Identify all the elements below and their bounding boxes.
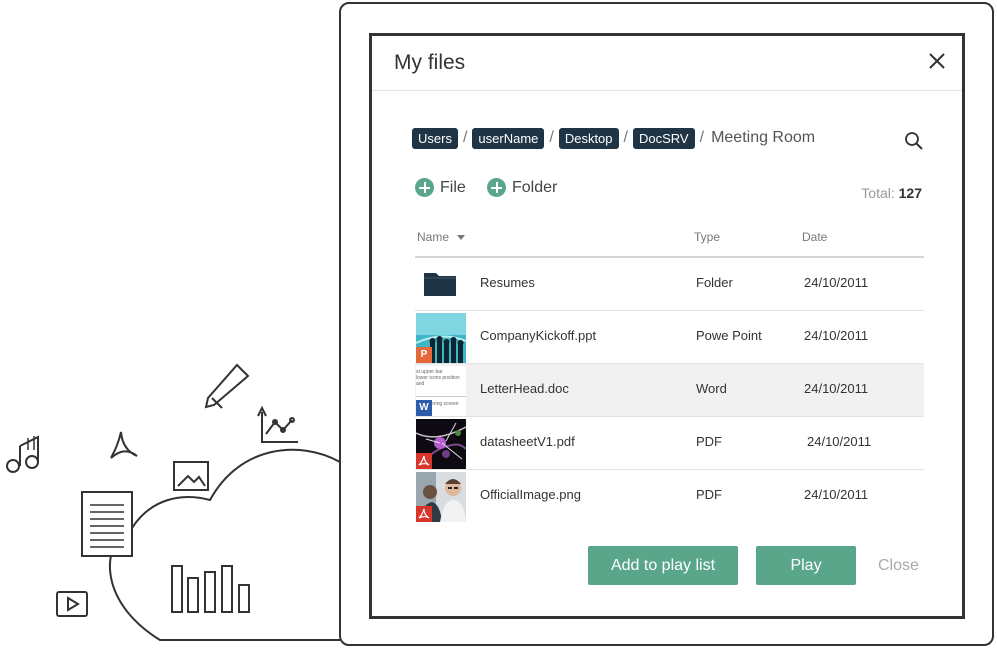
file-date: 24/10/2011 — [804, 381, 869, 396]
column-date-header[interactable]: Date — [802, 230, 827, 244]
add-folder-button[interactable]: Folder — [487, 178, 557, 197]
pdf-icon — [110, 431, 138, 459]
folder-icon — [416, 260, 466, 310]
file-name: LetterHead.doc — [480, 381, 569, 396]
table-row[interactable]: st upper bar lower icons position and io… — [415, 364, 924, 417]
ppt-thumbnail: P — [416, 313, 466, 363]
close-button[interactable]: Close — [878, 557, 919, 575]
add-file-button[interactable]: File — [415, 178, 466, 197]
total-label: Total: — [861, 185, 895, 201]
crumb-users[interactable]: Users — [412, 127, 458, 149]
table-header: Name Type Date — [415, 222, 924, 258]
video-icon — [56, 591, 88, 617]
crumb-current: Meeting Room — [711, 129, 816, 146]
file-name: datasheetV1.pdf — [480, 434, 575, 449]
powerpoint-badge-icon: P — [416, 347, 432, 363]
file-date: 24/10/2011 — [804, 328, 869, 343]
pdf-badge-icon — [416, 453, 432, 469]
file-date: 24/10/2011 — [804, 487, 869, 502]
sort-down-icon — [457, 235, 466, 241]
word-badge-icon: W — [416, 400, 432, 416]
file-type: Powe Point — [696, 328, 762, 343]
crumb-separator: / — [623, 129, 628, 146]
play-button[interactable]: Play — [756, 546, 856, 585]
plus-icon — [415, 178, 434, 197]
add-file-label: File — [440, 178, 466, 196]
pdf-thumbnail — [416, 419, 466, 469]
cloud-illustration — [6, 363, 341, 641]
my-files-dialog: My files Users / userName / Desktop / Do… — [369, 33, 965, 619]
table-row[interactable]: OfficialImage.png PDF 24/10/2011 — [415, 470, 924, 522]
dialog-header: My files — [372, 36, 962, 91]
close-icon[interactable] — [926, 50, 948, 72]
column-type-header[interactable]: Type — [694, 230, 720, 244]
doc-preview-line: lower icons position and — [416, 375, 460, 387]
files-table: Name Type Date Resumes Folder 24/10/2011 — [415, 222, 924, 522]
file-name: OfficialImage.png — [480, 487, 581, 502]
pencil-icon — [204, 363, 250, 409]
pdf-badge-icon — [416, 506, 432, 522]
dialog-title: My files — [394, 51, 466, 74]
file-date: 24/10/2011 — [804, 275, 869, 290]
bar-chart-icon — [171, 565, 250, 613]
crumb-separator: / — [699, 129, 705, 146]
image-icon — [173, 461, 209, 491]
file-type: PDF — [696, 487, 722, 502]
document-icon — [81, 491, 133, 557]
music-icon — [6, 435, 39, 473]
table-row[interactable]: Resumes Folder 24/10/2011 — [415, 258, 924, 311]
table-row[interactable]: P CompanyKickoff.ppt Powe Point 24/10/20… — [415, 311, 924, 364]
search-icon[interactable] — [903, 130, 925, 152]
table-row[interactable]: datasheetV1.pdf PDF 24/10/2011 — [415, 417, 924, 470]
file-type: Word — [696, 381, 727, 396]
file-type: Folder — [696, 275, 733, 290]
column-name-header[interactable]: Name — [417, 230, 466, 244]
crumb-desktop[interactable]: Desktop — [558, 127, 619, 149]
add-folder-label: Folder — [512, 178, 558, 196]
crumb-separator: / — [549, 129, 554, 146]
file-type: PDF — [696, 434, 722, 449]
column-name-label: Name — [417, 230, 450, 244]
crumb-separator: / — [462, 129, 468, 146]
breadcrumb: Users / userName / Desktop / DocSRV / Me… — [412, 127, 815, 149]
add-to-playlist-button[interactable]: Add to play list — [588, 546, 738, 585]
total-count: Total: 127 — [861, 185, 922, 201]
image-thumbnail — [416, 472, 466, 522]
file-name: CompanyKickoff.ppt — [480, 328, 597, 343]
crumb-username[interactable]: userName — [472, 127, 545, 149]
total-value: 127 — [898, 185, 922, 201]
file-name: Resumes — [480, 275, 535, 290]
word-thumbnail: st upper bar lower icons position and io… — [416, 366, 466, 416]
chart-icon — [257, 405, 298, 443]
file-date: 24/10/2011 — [807, 434, 872, 449]
crumb-docsrv[interactable]: DocSRV — [632, 127, 695, 149]
plus-icon — [487, 178, 506, 197]
